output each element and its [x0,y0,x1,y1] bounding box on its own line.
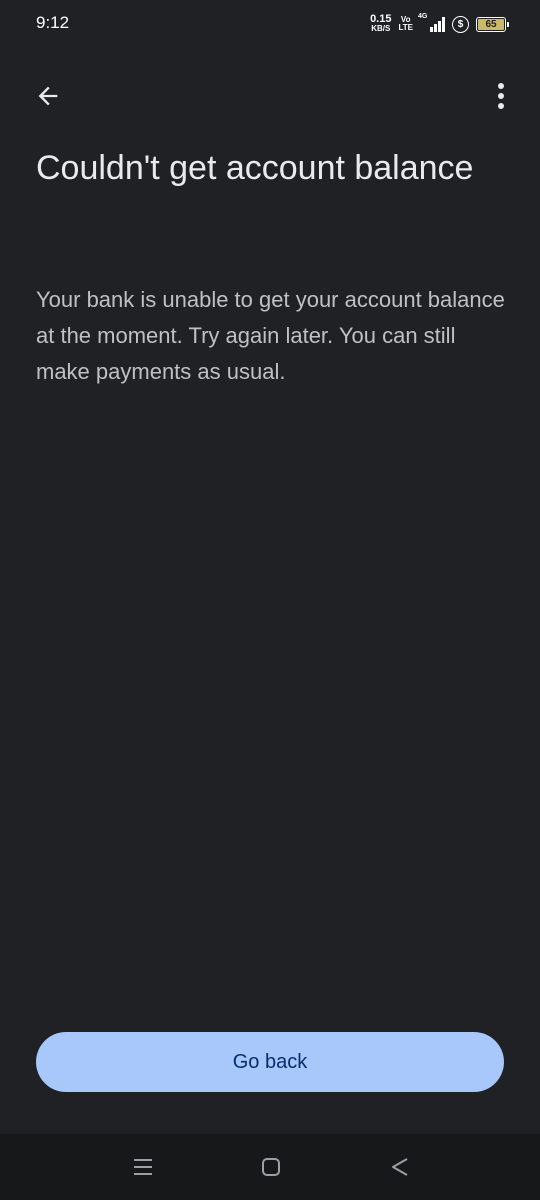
nav-back-button[interactable] [384,1151,416,1183]
dollar-icon: $ [452,15,469,33]
back-triangle-icon [392,1158,408,1176]
arrow-back-icon [38,86,58,106]
more-vert-icon [498,83,504,109]
battery-nub [507,21,509,27]
network-speed-unit: KB/S [371,24,391,33]
home-button[interactable] [255,1151,287,1183]
system-nav-bar [0,1134,540,1200]
page-title: Couldn't get account balance [36,149,474,187]
battery-level: 65 [485,18,497,30]
back-button[interactable] [26,78,70,114]
battery-icon: 65 [476,16,509,32]
signal-icon: 4G [418,13,445,32]
error-message: Your bank is unable to get your account … [36,287,505,384]
signal-bar [430,27,433,32]
network-speed-value: 0.15 [370,13,392,25]
more-options-button[interactable] [486,78,516,114]
volte-bottom-label: LTE [398,23,413,32]
network-speed: 0.15 KB/S [370,13,392,34]
status-time: 9:12 [36,13,70,32]
go-back-button[interactable]: Go back [36,1032,504,1092]
home-icon [262,1158,280,1176]
status-bar: 9:12 0.15 KB/S Vo LTE 4G $ 65 [0,0,540,48]
volte-icon: Vo LTE [398,16,413,32]
recents-icon [134,1159,152,1175]
signal-bar [438,21,441,32]
signal-bar [442,17,445,32]
status-icons: 0.15 KB/S Vo LTE 4G $ 65 [370,13,509,35]
network-type-label: 4G [418,13,428,20]
signal-bar [434,24,437,32]
recents-button[interactable] [127,1151,159,1183]
